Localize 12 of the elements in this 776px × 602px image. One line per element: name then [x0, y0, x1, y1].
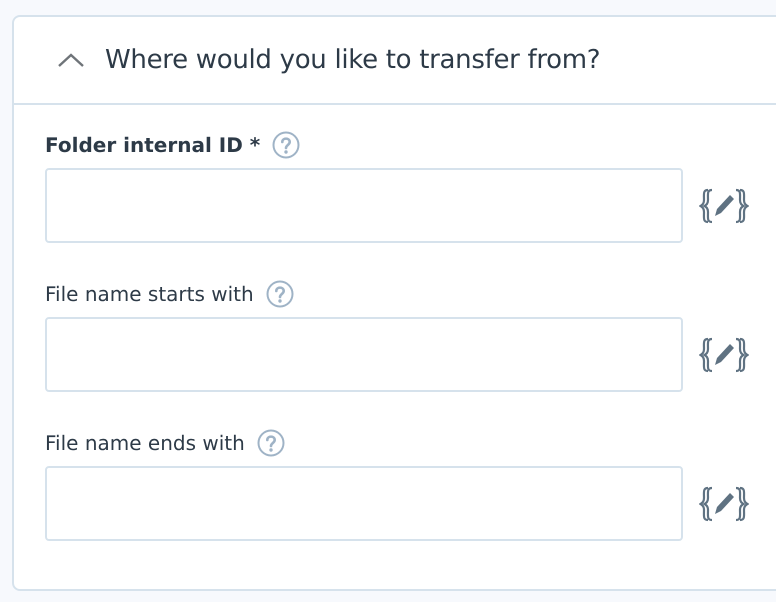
field-label: File name starts with — [45, 281, 254, 308]
input-field[interactable] — [45, 168, 683, 243]
field-label: File name ends with — [45, 430, 245, 457]
input-field[interactable] — [45, 466, 683, 541]
section-header[interactable]: Where would you like to transfer from? — [14, 17, 776, 105]
help-icon[interactable] — [272, 131, 300, 159]
chevron-up-icon[interactable] — [57, 52, 85, 68]
section-title: Where would you like to transfer from? — [105, 44, 600, 76]
help-icon[interactable] — [256, 429, 285, 457]
field-label: Folder internal ID * — [45, 132, 260, 159]
input-field[interactable] — [45, 317, 683, 392]
help-icon[interactable] — [266, 280, 294, 308]
